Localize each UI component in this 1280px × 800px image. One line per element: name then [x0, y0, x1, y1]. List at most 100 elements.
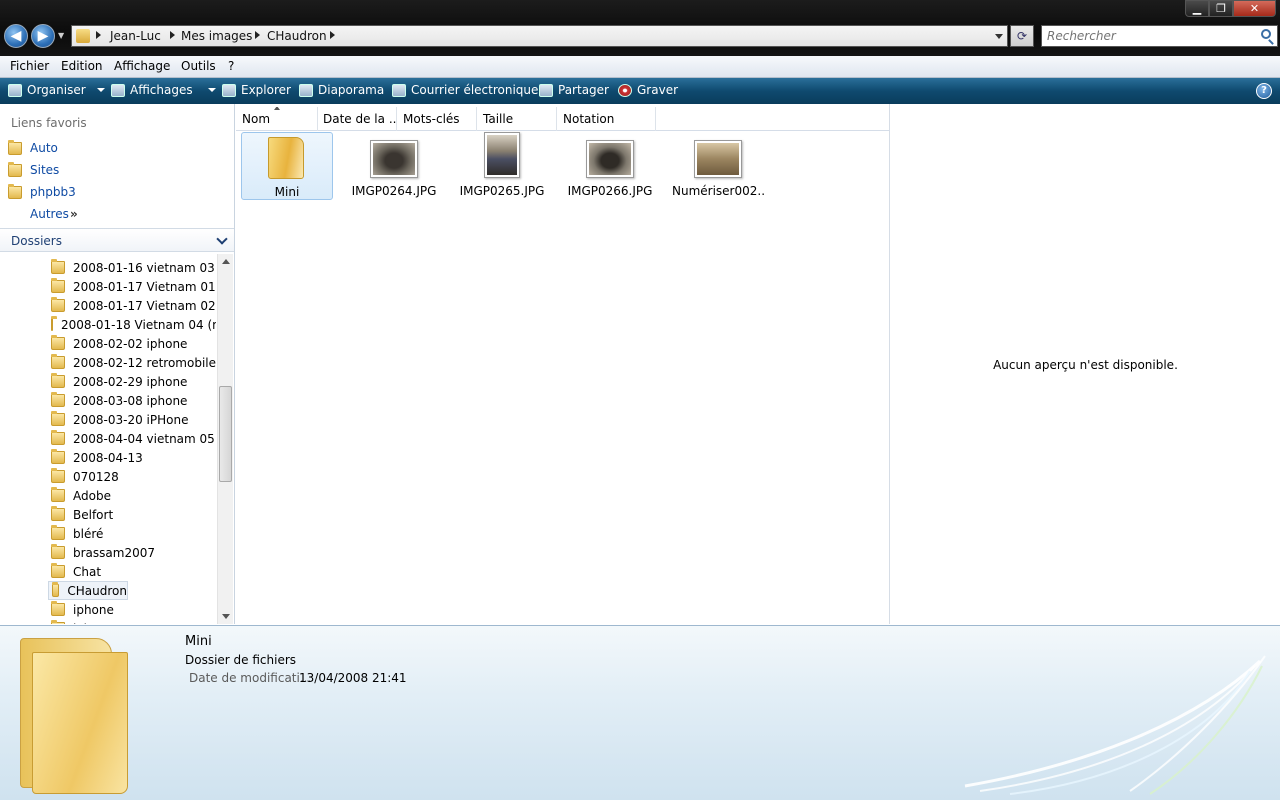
favorite-link-phpbb3[interactable]: phpbb3 [8, 182, 76, 202]
search-icon[interactable] [1261, 29, 1271, 39]
email-button[interactable]: Courrier électronique [392, 83, 538, 97]
tree-item[interactable]: 2008-01-18 Vietnam 04 (mini [48, 315, 216, 334]
folder-icon [51, 430, 65, 445]
tree-item[interactable]: 2008-01-17 Vietnam 02 [48, 296, 216, 315]
tree-item-label: Chat [73, 564, 102, 579]
folder-tree: 2008-01-16 vietnam 03 2008-01-17 Vietnam … [0, 254, 216, 624]
tree-item[interactable]: 2008-04-13 [48, 448, 216, 467]
chevron-down-icon[interactable] [216, 233, 228, 245]
details-date-value[interactable]: 13/04/2008 21:41 [299, 671, 407, 685]
forward-button[interactable]: ▶ [31, 24, 55, 48]
large-folder-icon [18, 630, 128, 796]
slideshow-button[interactable]: Diaporama [299, 83, 384, 97]
scroll-down-icon[interactable] [222, 614, 230, 619]
menu-edition[interactable]: Edition [61, 59, 103, 73]
tree-item[interactable]: Adobe [48, 486, 216, 505]
folder-icon [51, 297, 65, 312]
favorite-link-auto[interactable]: Auto [8, 138, 58, 158]
tree-item[interactable]: 2008-04-04 vietnam 05 [48, 429, 216, 448]
slideshow-icon [299, 83, 313, 97]
tree-item[interactable]: 2008-03-20 iPHone [48, 410, 216, 429]
breadcrumb-arrow-icon[interactable] [255, 31, 260, 39]
tree-item[interactable]: 2008-01-17 Vietnam 01 [48, 277, 216, 296]
file-item-imgp0265[interactable]: IMGP0265.JPG [456, 132, 548, 200]
refresh-button[interactable]: ⟳ [1010, 25, 1034, 47]
tree-item[interactable]: 070128 [48, 467, 216, 486]
folder-icon [51, 278, 65, 293]
folder-icon [51, 316, 57, 331]
file-item-numeriser002[interactable]: Numériser002... [672, 132, 764, 200]
recent-pages-dropdown-icon[interactable]: ▼ [58, 31, 64, 40]
tree-item[interactable]: bléré [48, 524, 216, 543]
share-button[interactable]: Partager [539, 83, 609, 97]
tree-item[interactable]: Chat [48, 562, 216, 581]
tree-item-label: 2008-01-16 vietnam 03 [73, 260, 215, 275]
menu-affichage[interactable]: Affichage [114, 59, 170, 73]
breadcrumb-jean-luc[interactable]: Jean-Luc [110, 29, 161, 43]
breadcrumb-arrow-icon[interactable] [170, 31, 175, 39]
file-item-mini[interactable]: Mini [241, 132, 333, 200]
column-header-date[interactable]: Date de la ... [317, 107, 397, 131]
tree-item[interactable]: 2008-01-16 vietnam 03 [48, 258, 216, 277]
file-name: Mini [274, 185, 300, 199]
double-chevron-right-icon[interactable]: » [70, 207, 78, 221]
favorite-label: Sites [30, 163, 60, 177]
tree-scrollbar[interactable] [217, 254, 233, 624]
column-header-name[interactable]: Nom [236, 107, 318, 131]
organize-button[interactable]: Organiser [8, 83, 105, 97]
tree-item-label: 2008-03-20 iPHone [73, 412, 189, 427]
email-label: Courrier électronique [411, 83, 539, 97]
tree-item-label: 2008-04-13 [73, 450, 143, 465]
address-bar[interactable]: Jean-Luc Mes images CHaudron [71, 25, 1008, 47]
address-dropdown-icon[interactable] [995, 34, 1003, 39]
help-button[interactable]: ? [1256, 83, 1272, 99]
file-item-imgp0264[interactable]: IMGP0264.JPG [348, 132, 440, 200]
folder-icon [51, 354, 65, 369]
breadcrumb-arrow-icon[interactable] [330, 31, 335, 39]
views-button[interactable]: Affichages [111, 83, 216, 97]
menu-help[interactable]: ? [228, 59, 234, 73]
search-box[interactable] [1041, 25, 1278, 47]
column-header-tags[interactable]: Mots-clés [397, 107, 477, 131]
folder-icon [51, 563, 65, 578]
scrollbar-thumb[interactable] [219, 386, 232, 482]
navigation-pane: Liens favoris Auto Sites phpbb3 Autres »… [0, 104, 235, 624]
tree-item[interactable]: 2008-02-29 iphone [48, 372, 216, 391]
minimize-button[interactable]: ▁ [1185, 0, 1209, 17]
tree-item[interactable]: CHaudron [48, 581, 128, 600]
folder-icon [51, 487, 65, 502]
search-input[interactable] [1047, 27, 1247, 45]
close-button[interactable]: ✕ [1233, 0, 1276, 17]
tree-item-label: bléré [73, 526, 104, 541]
back-button[interactable]: ◀ [4, 24, 28, 48]
file-item-imgp0266[interactable]: IMGP0266.JPG [564, 132, 656, 200]
tree-item[interactable]: brassam2007 [48, 543, 216, 562]
maximize-button[interactable]: ❐ [1209, 0, 1233, 17]
breadcrumb-mes-images[interactable]: Mes images [181, 29, 252, 43]
breadcrumb-arrow-icon[interactable] [96, 31, 101, 39]
burn-button[interactable]: Graver [618, 83, 678, 97]
details-date-label: Date de modificati... [189, 671, 312, 685]
folder-icon [8, 161, 22, 177]
column-header-size[interactable]: Taille [477, 107, 557, 131]
folder-icon [51, 335, 65, 350]
tree-item[interactable]: iPhone200308 [48, 619, 216, 624]
tree-item[interactable]: 2008-02-12 retromobile [48, 353, 216, 372]
favorite-link-sites[interactable]: Sites [8, 160, 59, 180]
menu-fichier[interactable]: Fichier [10, 59, 49, 73]
tree-item[interactable]: Belfort [48, 505, 216, 524]
breadcrumb-chaudron[interactable]: CHaudron [267, 29, 327, 43]
scroll-up-icon[interactable] [222, 259, 230, 264]
menu-outils[interactable]: Outils [181, 59, 216, 73]
tree-item[interactable]: 2008-02-02 iphone [48, 334, 216, 353]
tree-item[interactable]: iphone [48, 600, 216, 619]
tree-item-label: 2008-04-04 vietnam 05 [73, 431, 215, 446]
column-header-rating[interactable]: Notation [557, 107, 656, 131]
explore-button[interactable]: Explorer [222, 83, 291, 97]
others-link[interactable]: Autres [30, 207, 69, 221]
explore-icon [222, 83, 236, 97]
folders-header[interactable]: Dossiers [0, 228, 234, 252]
tree-item[interactable]: 2008-03-08 iphone [48, 391, 216, 410]
photo-thumbnail-icon [370, 140, 418, 178]
photo-thumbnail-icon [586, 140, 634, 178]
